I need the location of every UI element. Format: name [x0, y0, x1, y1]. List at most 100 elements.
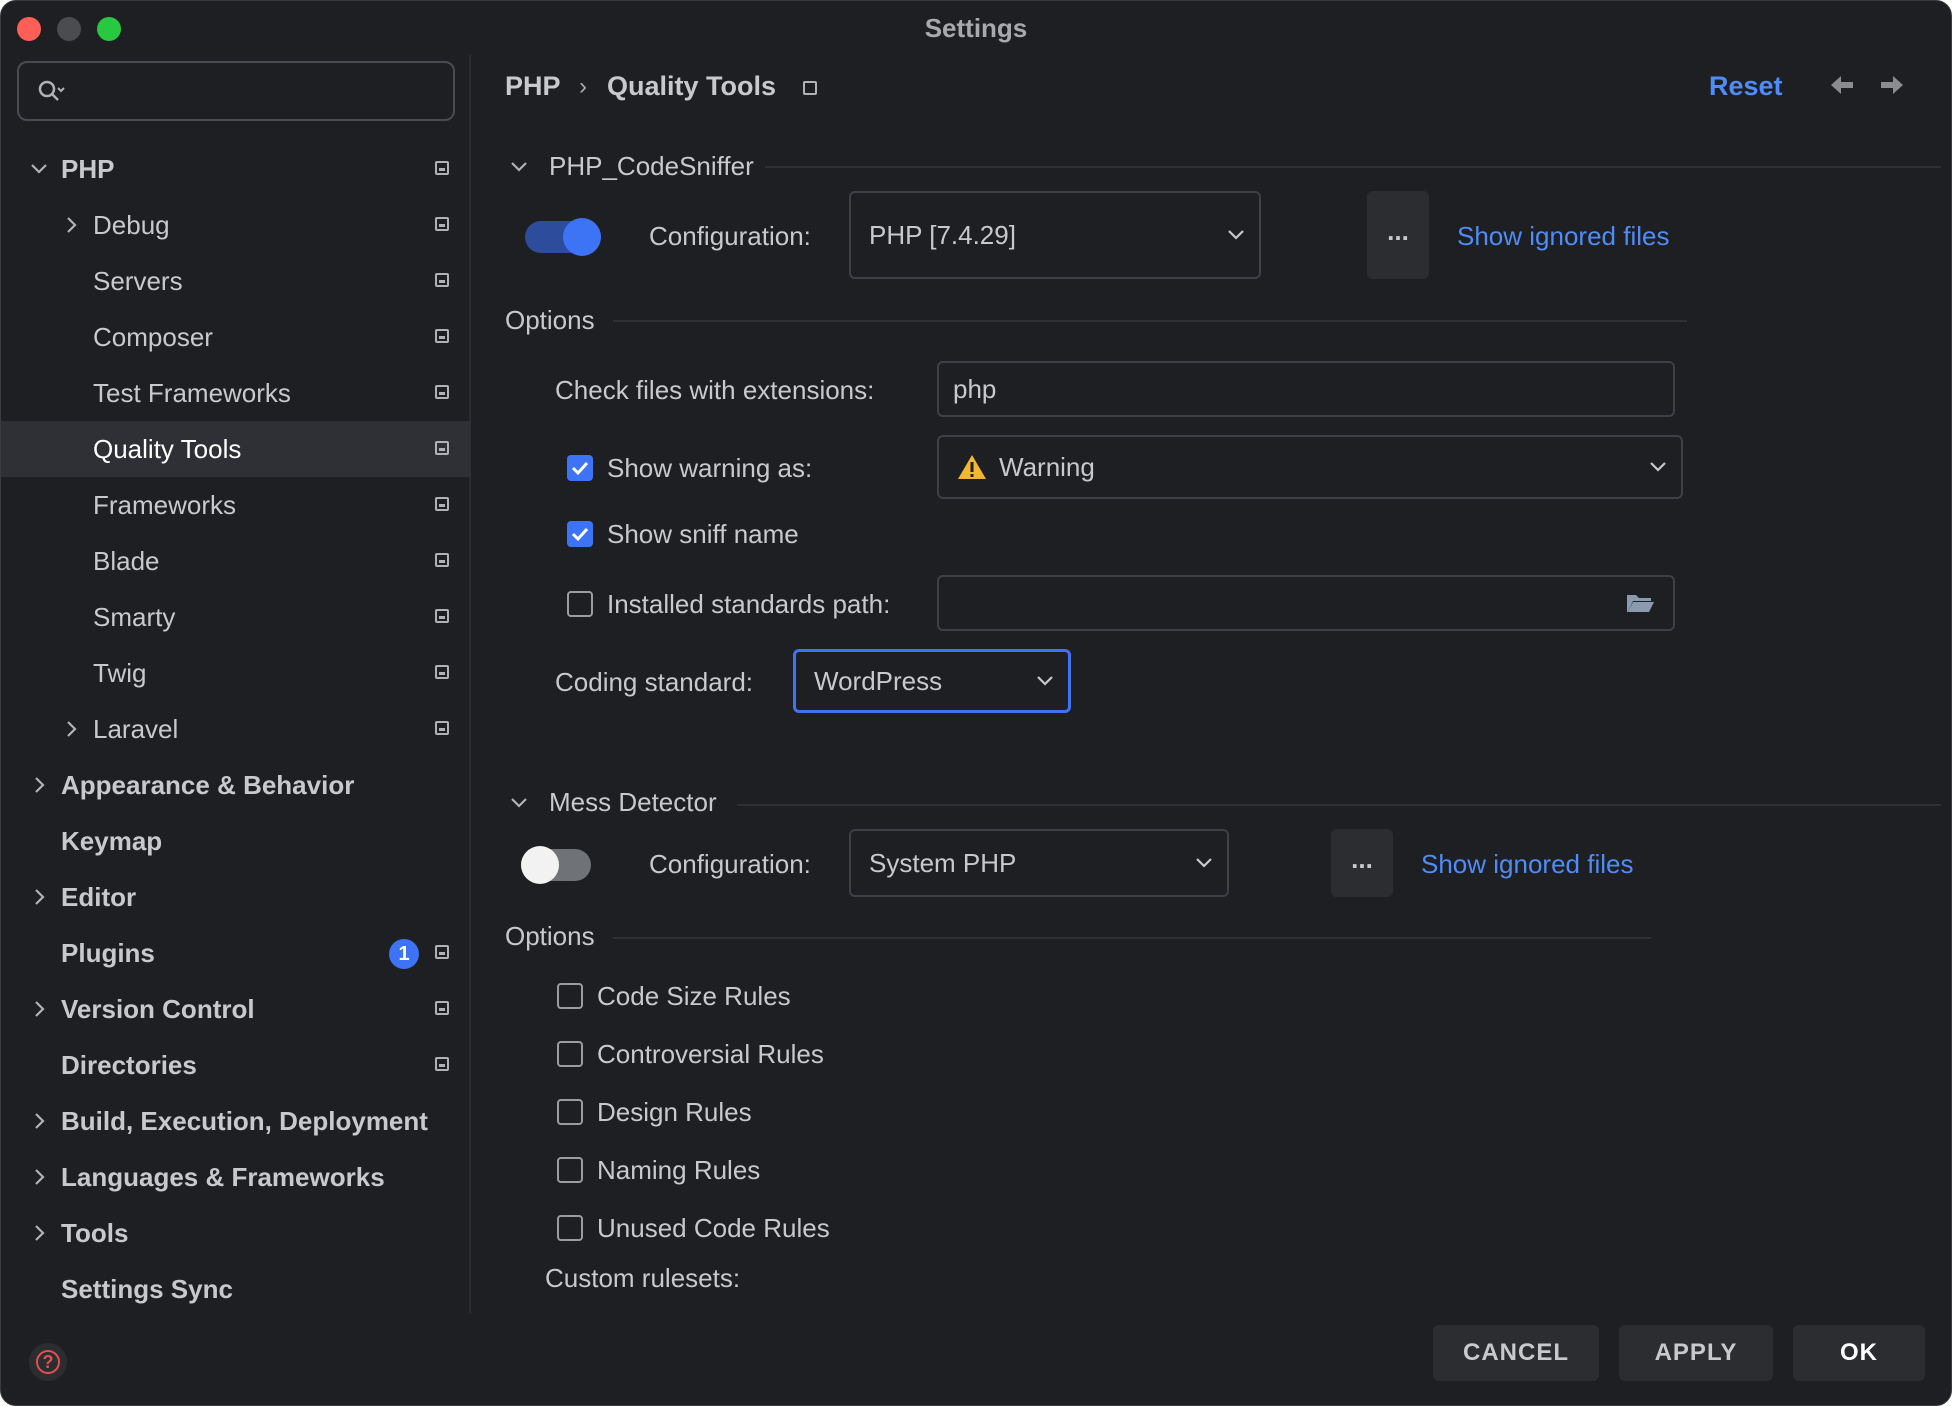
section-title: Mess Detector: [549, 787, 717, 817]
tree-item-twig[interactable]: Twig: [1, 645, 471, 701]
unused-code-rules-checkbox[interactable]: [557, 1215, 583, 1241]
installed-standards-path-label: Installed standards path:: [607, 589, 891, 619]
tree-item-servers[interactable]: Servers: [1, 253, 471, 309]
rule-label: Controversial Rules: [597, 1039, 824, 1069]
section-title: PHP_CodeSniffer: [549, 151, 754, 181]
tree-item-appearance-behavior[interactable]: Appearance & Behavior: [1, 757, 471, 813]
window-title: Settings: [924, 13, 1028, 43]
search-icon: [37, 79, 67, 110]
reset-link[interactable]: Reset: [1709, 71, 1783, 102]
tree-item-label: Directories: [61, 1049, 197, 1080]
tree-item-label: Plugins: [61, 937, 155, 968]
tree-item-label: Composer: [93, 321, 213, 352]
breadcrumb-current: Quality Tools: [607, 71, 777, 101]
divider: [613, 320, 1687, 322]
chevron-right-icon[interactable]: [61, 215, 81, 235]
help-button[interactable]: ?: [29, 1343, 67, 1381]
mess-detector-configuration-select[interactable]: System PHP: [849, 829, 1229, 897]
mess-detector-show-ignored-link[interactable]: Show ignored files: [1421, 849, 1633, 880]
controversial-rules-checkbox[interactable]: [557, 1041, 583, 1067]
folder-icon[interactable]: [1625, 591, 1655, 615]
project-scope-icon: [435, 441, 449, 455]
select-value: PHP [7.4.29]: [869, 219, 1016, 250]
select-value: WordPress: [814, 665, 943, 696]
chevron-down-icon[interactable]: [509, 157, 529, 177]
project-scope-icon: [435, 217, 449, 231]
extensions-input[interactable]: php: [937, 361, 1675, 417]
tree-item-label: Twig: [93, 657, 147, 688]
tree-item-label: Frameworks: [93, 489, 237, 520]
installed-standards-path-input[interactable]: [937, 575, 1675, 631]
chevron-right-icon[interactable]: [61, 719, 81, 739]
tree-item-build-execution-deployment[interactable]: Build, Execution, Deployment: [1, 1093, 471, 1149]
tree-item-laravel[interactable]: Laravel: [1, 701, 471, 757]
codesniffer-configuration-more-button[interactable]: ...: [1367, 191, 1429, 279]
back-arrow-icon[interactable]: [1827, 73, 1857, 97]
tree-item-test-frameworks[interactable]: Test Frameworks: [1, 365, 471, 421]
toggle-knob: [521, 846, 559, 884]
chevron-down-icon: [1196, 858, 1212, 868]
chevron-down-icon[interactable]: [509, 793, 529, 813]
rule-label: Unused Code Rules: [597, 1213, 830, 1243]
tree-item-languages-frameworks[interactable]: Languages & Frameworks: [1, 1149, 471, 1205]
show-warning-label: Show warning as:: [607, 453, 813, 483]
ok-button[interactable]: OK: [1793, 1325, 1925, 1381]
codesniffer-configuration-select[interactable]: PHP [7.4.29]: [849, 191, 1261, 279]
installed-standards-path-checkbox[interactable]: [567, 591, 593, 617]
chevron-right-icon[interactable]: [29, 999, 49, 1019]
coding-standard-select[interactable]: WordPress: [793, 649, 1071, 713]
tree-item-plugins[interactable]: Plugins 1: [1, 925, 471, 981]
rule-label: Design Rules: [597, 1097, 752, 1127]
tree-item-smarty[interactable]: Smarty: [1, 589, 471, 645]
mess-detector-enable-toggle[interactable]: [521, 846, 591, 884]
divider: [765, 166, 1941, 168]
chevron-right-icon[interactable]: [29, 775, 49, 795]
naming-rules-checkbox[interactable]: [557, 1157, 583, 1183]
chevron-right-icon[interactable]: [29, 1223, 49, 1243]
chevron-right-icon[interactable]: [29, 887, 49, 907]
project-scope-icon: [435, 329, 449, 343]
forward-arrow-icon[interactable]: [1877, 73, 1907, 97]
tree-item-keymap[interactable]: Keymap: [1, 813, 471, 869]
project-scope-icon: [435, 609, 449, 623]
cancel-button[interactable]: CANCEL: [1433, 1325, 1599, 1381]
tree-item-settings-sync[interactable]: Settings Sync: [1, 1261, 471, 1317]
codesniffer-enable-toggle[interactable]: [525, 218, 601, 256]
breadcrumb-parent[interactable]: PHP: [505, 71, 561, 102]
tree-item-frameworks[interactable]: Frameworks: [1, 477, 471, 533]
chevron-right-icon[interactable]: [29, 1111, 49, 1131]
tree-item-tools[interactable]: Tools: [1, 1205, 471, 1261]
tree-item-composer[interactable]: Composer: [1, 309, 471, 365]
mess-detector-configuration-more-button[interactable]: ...: [1331, 829, 1393, 897]
select-value: System PHP: [869, 847, 1017, 878]
apply-button[interactable]: APPLY: [1619, 1325, 1773, 1381]
tree-item-label: Quality Tools: [93, 433, 242, 464]
configuration-label: Configuration:: [649, 221, 811, 251]
chevron-down-icon[interactable]: [29, 159, 49, 179]
search-input[interactable]: [17, 61, 455, 121]
configuration-label: Configuration:: [649, 849, 811, 879]
warning-level-select[interactable]: Warning: [937, 435, 1683, 499]
tree-item-debug[interactable]: Debug: [1, 197, 471, 253]
codesniffer-show-ignored-link[interactable]: Show ignored files: [1457, 221, 1669, 252]
tree-item-directories[interactable]: Directories: [1, 1037, 471, 1093]
tree-item-label: PHP: [61, 153, 115, 184]
show-sniff-name-checkbox[interactable]: [567, 521, 593, 547]
tree-item-label: Smarty: [93, 601, 176, 632]
codesniffer-section-header[interactable]: PHP_CodeSniffer: [509, 151, 754, 182]
show-warning-checkbox[interactable]: [567, 455, 593, 481]
design-rules-checkbox[interactable]: [557, 1099, 583, 1125]
chevron-right-icon[interactable]: [29, 1167, 49, 1187]
warning-icon: [958, 455, 986, 479]
tree-item-label: Servers: [93, 265, 183, 296]
tree-item-version-control[interactable]: Version Control: [1, 981, 471, 1037]
tree-item-php[interactable]: PHP: [1, 141, 471, 197]
tree-item-blade[interactable]: Blade: [1, 533, 471, 589]
tree-item-quality-tools[interactable]: Quality Tools: [1, 421, 471, 477]
project-scope-icon: [435, 553, 449, 567]
mess-detector-section-header[interactable]: Mess Detector: [509, 787, 717, 818]
code-size-rules-checkbox[interactable]: [557, 983, 583, 1009]
toggle-knob: [563, 218, 601, 256]
tree-item-editor[interactable]: Editor: [1, 869, 471, 925]
tree-item-label: Debug: [93, 209, 170, 240]
